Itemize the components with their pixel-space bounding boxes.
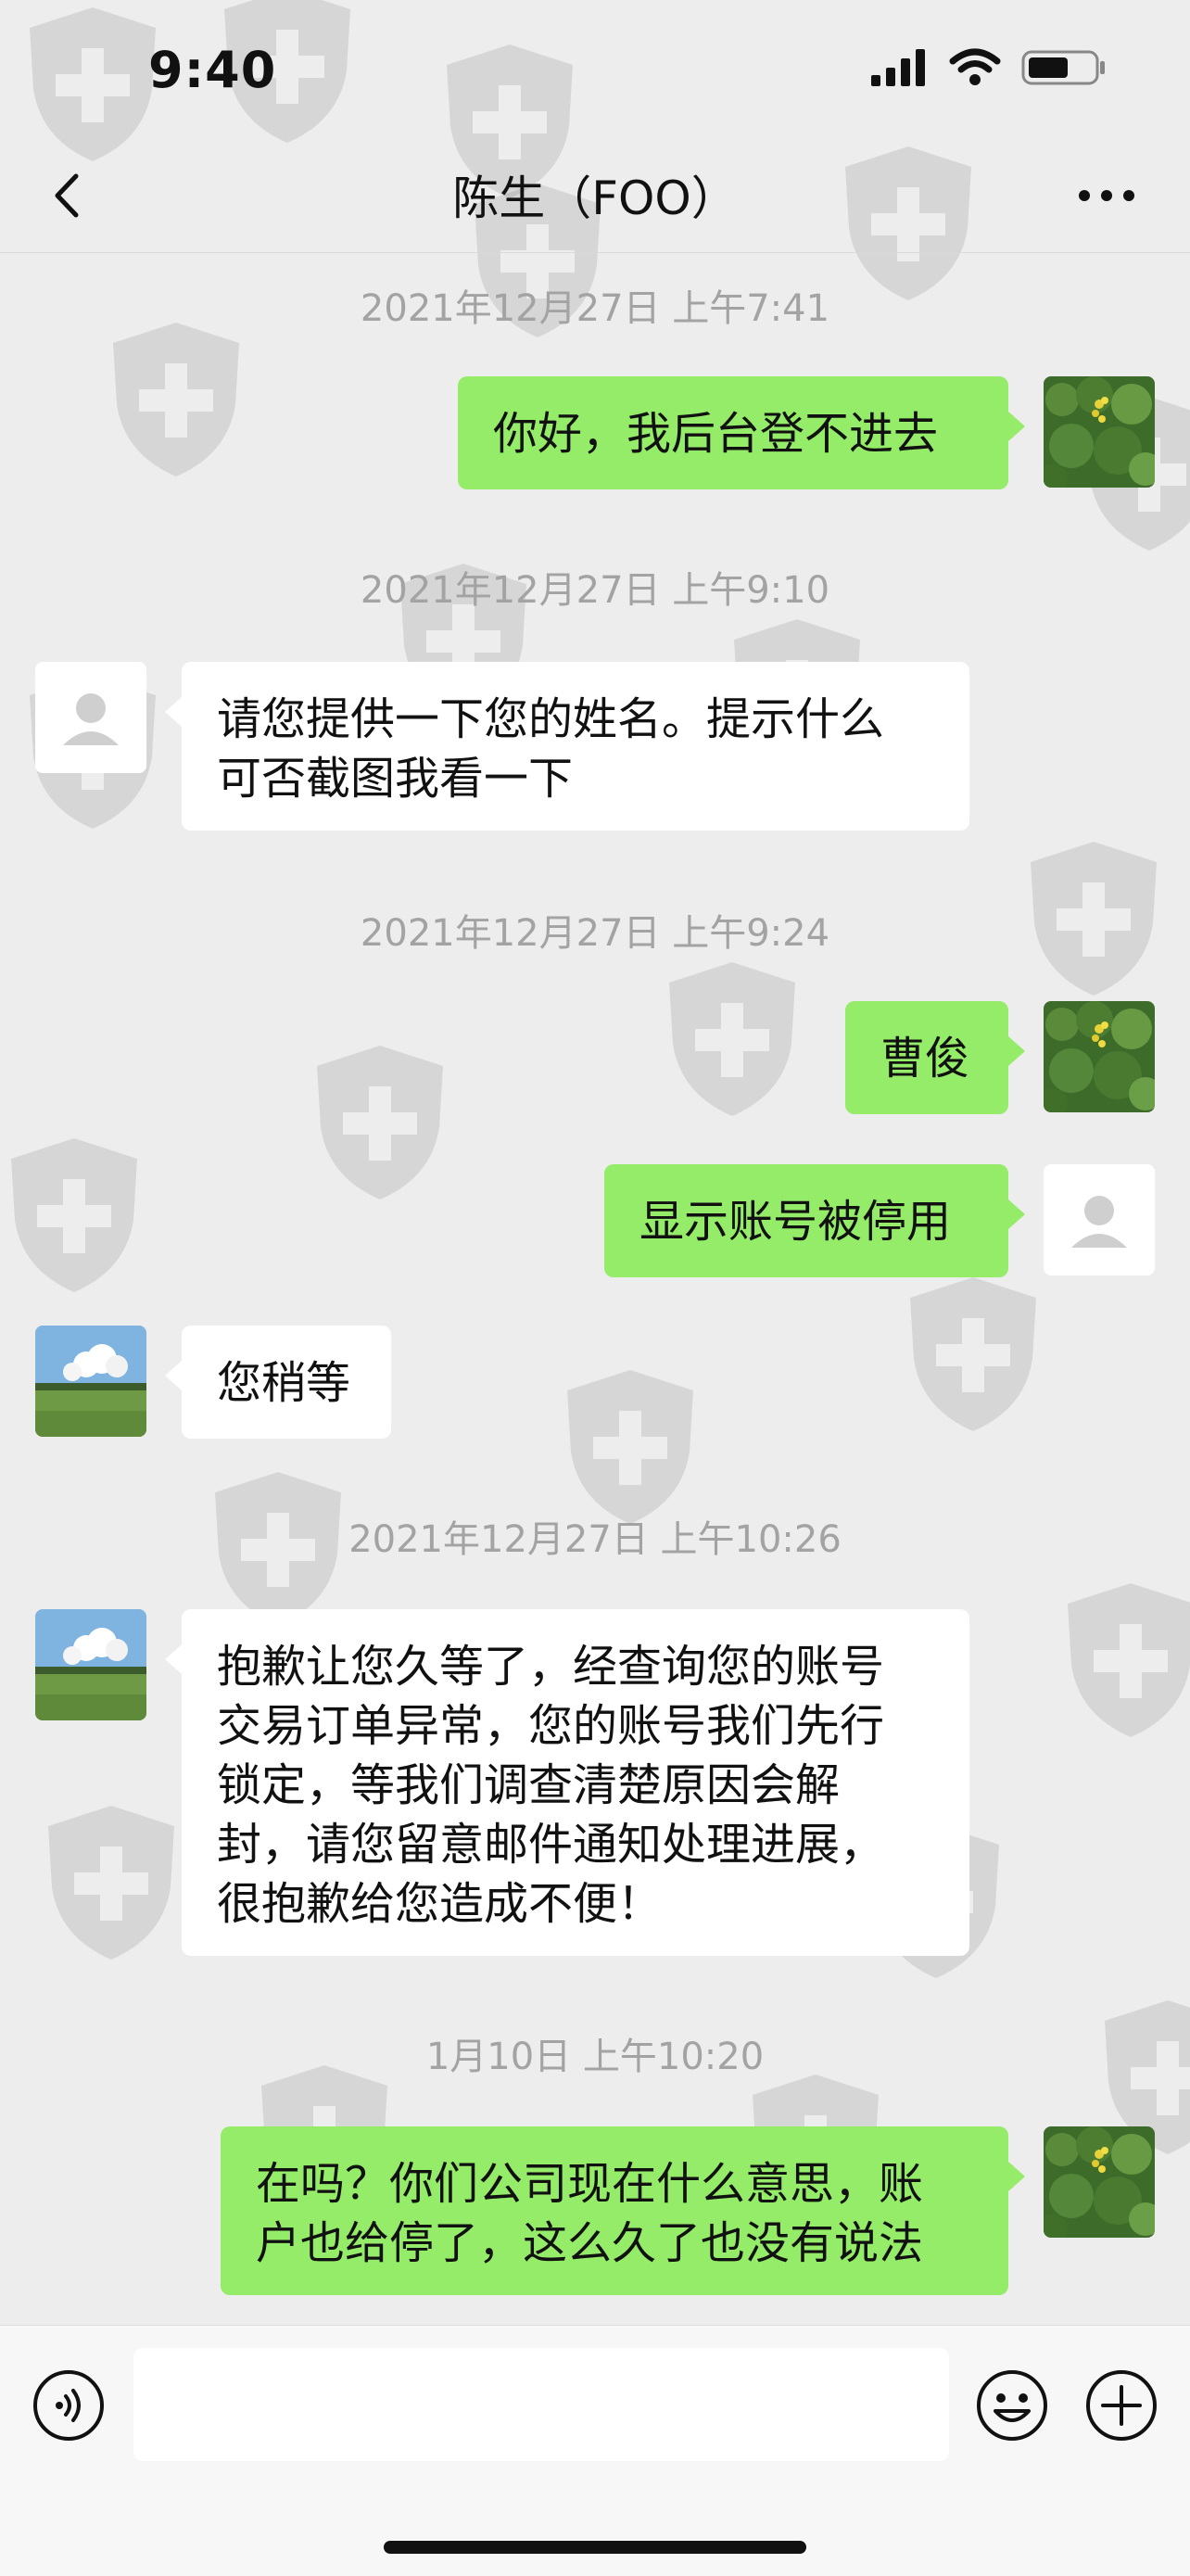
message-bubble-sent[interactable]: 曹俊 bbox=[845, 1001, 1025, 1114]
status-bar: 9:40 bbox=[0, 0, 1190, 139]
timestamp: 2021年12月27日 上午9:24 bbox=[360, 912, 830, 955]
timestamp: 2021年12月27日 上午9:10 bbox=[360, 569, 830, 612]
plus-button[interactable] bbox=[1084, 2368, 1158, 2443]
message-bubble-sent[interactable]: 显示账号被停用 bbox=[604, 1164, 1025, 1277]
flower-avatar[interactable] bbox=[1044, 376, 1155, 488]
landscape-avatar[interactable] bbox=[35, 1326, 146, 1437]
plus-icon bbox=[1086, 2370, 1157, 2441]
message-bubble-received[interactable]: 请您提供一下您的姓名。提示什么 可否截图我看一下 bbox=[165, 662, 969, 831]
flower-avatar[interactable] bbox=[1044, 2126, 1155, 2238]
home-indicator[interactable] bbox=[384, 2541, 806, 2554]
shield-watermark-icon bbox=[556, 1363, 704, 1529]
wifi-icon bbox=[949, 48, 1001, 91]
message-bubble-received[interactable]: 抱歉让您久等了，经查询您的账号 交易订单异常，您的账号我们先行 锁定，等我们调查… bbox=[165, 1609, 969, 1956]
timestamp: 2021年12月27日 上午7:41 bbox=[360, 287, 830, 330]
signal-icon bbox=[871, 49, 929, 90]
shield-watermark-icon bbox=[37, 1798, 185, 1965]
chat-screen: 9:40 陈生（FOO） 2021年12月27日 上午7:41 你好，我后台登不… bbox=[0, 0, 1190, 2576]
emoji-button[interactable] bbox=[975, 2368, 1049, 2443]
status-time: 9:40 bbox=[148, 41, 277, 99]
input-bar bbox=[0, 2325, 1190, 2576]
voice-button[interactable] bbox=[32, 2368, 106, 2443]
message-input[interactable] bbox=[133, 2348, 949, 2461]
default-avatar[interactable] bbox=[1044, 1164, 1155, 1275]
shield-watermark-icon bbox=[658, 955, 806, 1122]
message-bubble-sent[interactable]: 你好，我后台登不进去 bbox=[458, 376, 1025, 489]
voice-icon bbox=[33, 2370, 104, 2441]
emoji-icon bbox=[977, 2370, 1047, 2441]
status-icons bbox=[871, 48, 1107, 91]
shield-watermark-icon bbox=[306, 1038, 454, 1205]
chat-header: 陈生（FOO） bbox=[0, 139, 1190, 253]
message-bubble-sent[interactable]: 在吗？你们公司现在什么意思，账 户也给停了，这么久了也没有说法 bbox=[221, 2126, 1025, 2295]
flower-avatar[interactable] bbox=[1044, 1001, 1155, 1112]
chat-title: 陈生（FOO） bbox=[452, 171, 738, 225]
shield-watermark-icon bbox=[102, 315, 250, 482]
battery-icon bbox=[1021, 48, 1107, 91]
shield-watermark-icon bbox=[0, 1131, 148, 1298]
more-button[interactable] bbox=[1070, 163, 1144, 228]
shield-watermark-icon bbox=[899, 1270, 1047, 1437]
shield-watermark-icon bbox=[1057, 1576, 1190, 1743]
default-avatar[interactable] bbox=[35, 662, 146, 773]
timestamp: 2021年12月27日 上午10:26 bbox=[348, 1518, 842, 1561]
landscape-avatar[interactable] bbox=[35, 1609, 146, 1720]
message-bubble-received[interactable]: 您稍等 bbox=[165, 1326, 391, 1439]
timestamp: 1月10日 上午10:20 bbox=[425, 2036, 765, 2078]
more-dots-icon bbox=[1079, 190, 1134, 201]
